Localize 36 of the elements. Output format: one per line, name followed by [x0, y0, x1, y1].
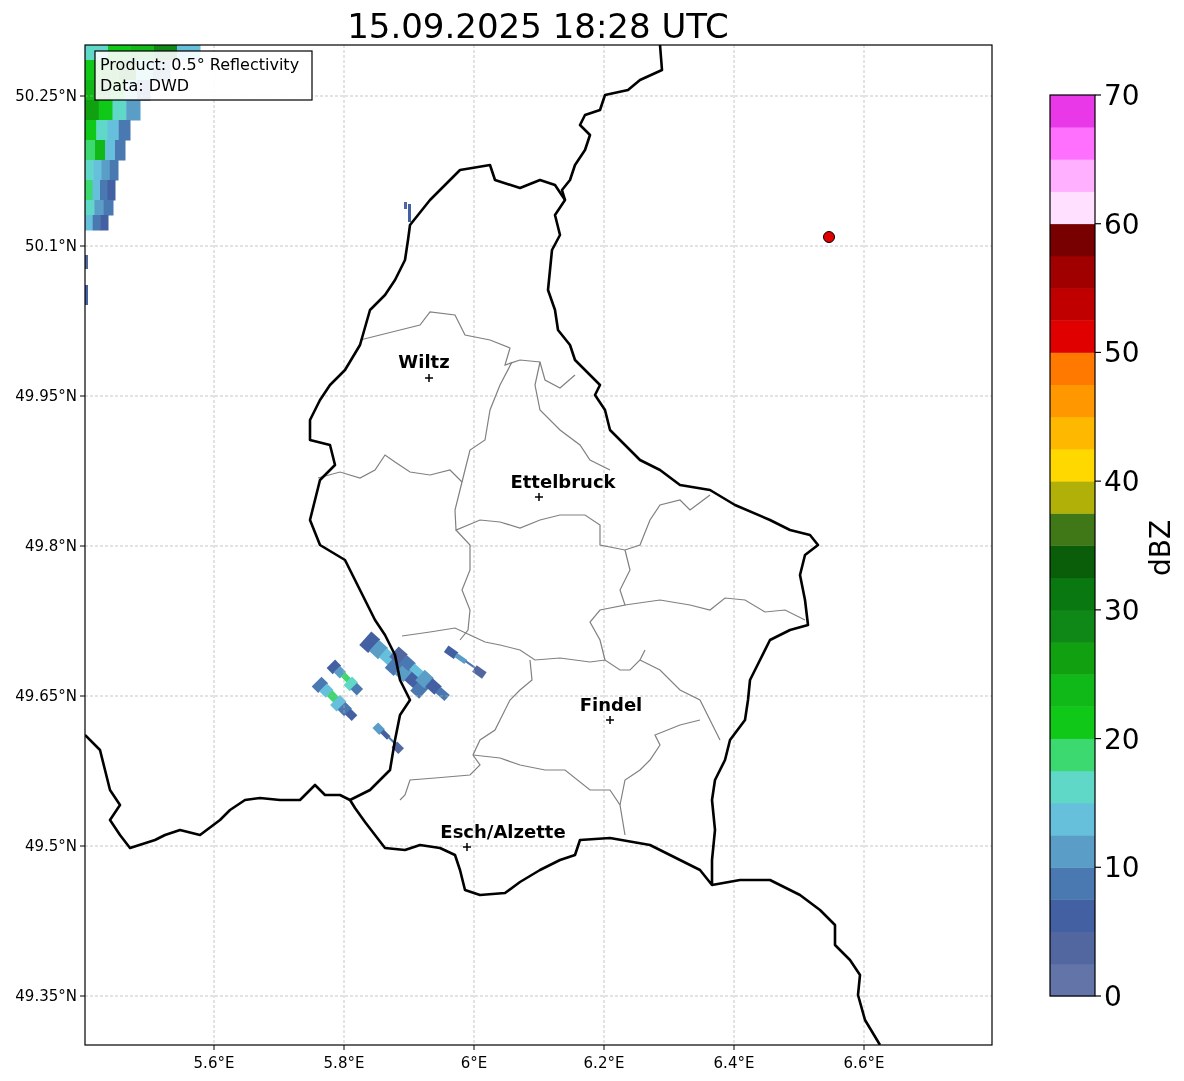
- longitude-label: 6.4°E: [713, 1054, 755, 1072]
- radar-echo: [372, 722, 404, 754]
- colorbar-tick-label: 70: [1104, 79, 1140, 112]
- annotation-text: Product: 0.5° Reflectivity: [100, 55, 300, 74]
- city-label: Findel: [579, 694, 643, 715]
- latitude-label: 49.65°N: [15, 687, 77, 705]
- colorbar-tick-label: 20: [1104, 722, 1140, 756]
- colorbar-tick-label: 30: [1104, 593, 1140, 627]
- longitude-label: 6.2°E: [583, 1054, 625, 1072]
- city-label: Wiltz: [398, 351, 450, 372]
- city-marker-icon: [605, 715, 615, 725]
- colorbar-tick-label: 10: [1104, 851, 1140, 885]
- colorbar-tick-label: 50: [1104, 336, 1140, 370]
- latitude-label: 49.8°N: [24, 537, 77, 555]
- latitude-label: 49.35°N: [15, 987, 77, 1005]
- colorbar-tick-label: 0: [1104, 980, 1122, 1013]
- city-label: Esch/Alzette: [440, 821, 566, 842]
- colorbar-tick-label: 60: [1104, 207, 1140, 241]
- latitude-label: 50.25°N: [15, 87, 77, 105]
- latitude-label: 49.5°N: [24, 837, 77, 855]
- chart-title: 15.09.2025 18:28 UTC: [347, 6, 729, 46]
- latitude-label: 49.95°N: [15, 387, 77, 405]
- city-marker-icon: [462, 842, 472, 852]
- colorbar-tick-label: 40: [1104, 465, 1140, 499]
- site-marker: [823, 231, 835, 243]
- city-label: Ettelbruck: [510, 471, 616, 492]
- latitude-label: 50.1°N: [24, 237, 77, 255]
- city-marker-icon: [424, 373, 434, 383]
- colorbar-label: dBZ: [1144, 519, 1177, 577]
- annotation-text: Data: DWD: [100, 76, 190, 95]
- longitude-label: 6°E: [460, 1054, 488, 1072]
- longitude-label: 5.6°E: [193, 1054, 235, 1072]
- city-marker-icon: [534, 492, 544, 502]
- longitude-label: 6.6°E: [843, 1054, 885, 1072]
- longitude-label: 5.8°E: [323, 1054, 365, 1072]
- radar-echo: [404, 202, 411, 222]
